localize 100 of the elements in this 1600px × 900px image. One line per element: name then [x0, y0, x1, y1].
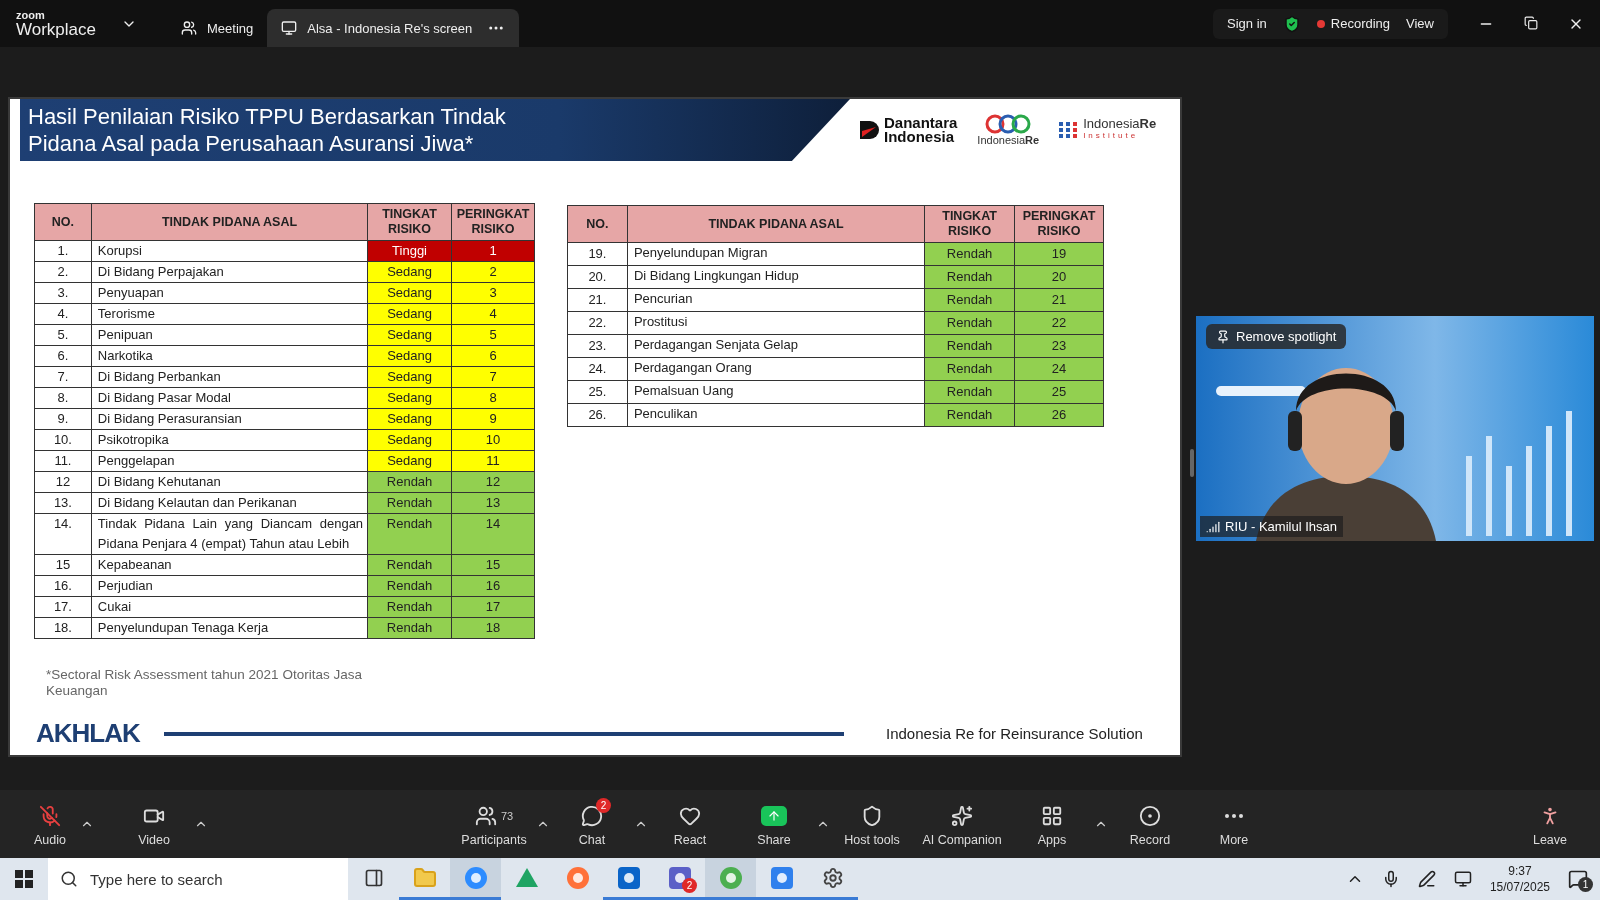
folder-icon [412, 865, 437, 890]
table-cell: 8. [34, 387, 92, 409]
column-header: TINGKAT RISIKO [924, 205, 1015, 243]
table-cell: Penggelapan [91, 450, 368, 472]
people-icon [474, 804, 497, 827]
window-tab[interactable]: Meeting [167, 9, 268, 47]
table-cell: 18. [34, 617, 92, 639]
table-cell: 2. [34, 261, 92, 283]
video-button[interactable]: Video [114, 801, 194, 847]
record-button[interactable]: Record [1108, 801, 1192, 847]
app-logo: zoom Workplace [16, 9, 97, 38]
table-cell: Di Bidang Lingkungan Hidup [627, 265, 925, 289]
table-cell: Terorisme [91, 303, 368, 325]
resize-handle[interactable] [1190, 449, 1194, 477]
grid-icon [1041, 804, 1063, 827]
search-field[interactable]: Type here to search [48, 858, 348, 900]
column-header: TINDAK PIDANA ASAL [627, 205, 925, 243]
host-tools-button[interactable]: Host tools [830, 801, 914, 847]
pin-icon [1216, 329, 1230, 344]
task-view-icon [363, 867, 384, 888]
table-cell: 16. [34, 575, 92, 597]
table-cell: Di Bidang Perbankan [91, 366, 368, 388]
share-button[interactable]: Share [732, 801, 816, 847]
chat-bubble-icon [581, 804, 603, 827]
participant-name: RIU - Kamilul Ihsan [1200, 516, 1343, 537]
apps-button[interactable]: Apps [1010, 801, 1094, 847]
table-cell: 12 [34, 471, 92, 493]
table-cell: 13. [34, 492, 92, 514]
table-cell: Pemalsuan Uang [627, 380, 925, 404]
table-cell: Perdagangan Orang [627, 357, 925, 381]
table-cell: Kepabeanan [91, 554, 368, 576]
table-cell: Korupsi [91, 240, 368, 262]
column-header: PERINGKAT RISIKO [451, 203, 535, 241]
unread-badge: 2 [596, 797, 611, 813]
table-cell: Penyelundupan Migran [627, 242, 925, 266]
shield-check-icon [1282, 14, 1301, 33]
table-cell: Prostitusi [627, 311, 925, 335]
arrow-up-icon [761, 805, 787, 826]
table-cell: 15 [34, 554, 92, 576]
people-icon [181, 20, 197, 36]
screen-icon [281, 20, 298, 36]
sign-in-link[interactable]: Sign in [1227, 16, 1267, 31]
taskbar-app[interactable] [705, 858, 756, 900]
more-button[interactable]: More [1192, 801, 1276, 847]
notification-badge: 2 [682, 878, 697, 893]
table-cell: Rendah [367, 513, 452, 555]
restore-icon[interactable] [1524, 15, 1538, 30]
table-cell: 9. [34, 408, 92, 430]
table-cell: 26. [567, 403, 628, 427]
table-cell: Di Bidang Kelautan dan Perikanan [91, 492, 368, 514]
table-cell: 24. [567, 357, 628, 381]
table-cell: 17. [34, 596, 92, 618]
recording-indicator[interactable]: Recording [1316, 16, 1391, 31]
ai-companion-button[interactable]: AI Companion [914, 801, 1010, 847]
windows-logo-icon [15, 870, 33, 888]
window-tab[interactable]: Alsa - Indonesia Re's screen [267, 9, 520, 47]
notification-count: 1 [1578, 877, 1593, 892]
table-cell: 23. [567, 334, 628, 358]
remove-spotlight-button[interactable]: Remove spotlight [1206, 324, 1347, 349]
table-cell: 5. [34, 324, 92, 346]
column-header: PERINGKAT RISIKO [1014, 205, 1104, 243]
footnote: *Sectoral Risk Assessment tahun 2021 Otoritas Jasa Keuangan [46, 667, 363, 699]
table-cell: Di Bidang Perpajakan [91, 261, 368, 283]
table-cell: 7. [34, 366, 92, 388]
view-button[interactable]: View [1406, 16, 1434, 31]
pen-icon[interactable] [1417, 870, 1436, 888]
table-cell: 11. [34, 450, 92, 472]
leave-button[interactable]: Leave [1520, 801, 1580, 847]
table-cell: 25. [567, 380, 628, 404]
danantara-logo: Danantara Indonesia [858, 116, 958, 144]
table-cell: Tindak Pidana Lain yang Diancam dengan Pidana Penjara 4 (empat) Tahun atau Lebih [91, 513, 368, 555]
react-button[interactable]: React [648, 801, 732, 847]
table-cell: Narkotika [91, 345, 368, 367]
table-cell: 1. [34, 240, 92, 262]
title-banner: Hasil Penilaian Risiko TPPU Berdasarkan Tindak Pidana Asal pada Perusahaan Asuransi Jiwa* [20, 99, 850, 161]
column-header: NO. [34, 203, 92, 241]
audio-button[interactable]: Audio [20, 801, 80, 847]
display-icon[interactable] [1453, 870, 1472, 888]
clock[interactable]: 9:37 15/07/2025 [1489, 863, 1550, 895]
table-cell: Penyelundupan Tenaga Kerja [91, 617, 368, 639]
indonesia-re-logo: IndonesiaRe [977, 114, 1040, 146]
taskbar-app[interactable] [450, 858, 501, 900]
column-header: TINDAK PIDANA ASAL [91, 203, 368, 241]
table-cell: Penyuapan [91, 282, 368, 304]
table-cell: Perjudian [91, 575, 368, 597]
mic-off-icon [39, 804, 61, 827]
table-cell: 14. [34, 513, 92, 555]
table-cell: Perdagangan Senjata Gelap [627, 334, 925, 358]
table-cell: Psikotropika [91, 429, 368, 451]
table-cell: 6. [34, 345, 92, 367]
akhlak-logo: AKHLAK [36, 718, 142, 749]
column-header: NO. [567, 205, 628, 243]
shield-icon [861, 804, 883, 827]
settings-icon [821, 866, 844, 889]
table-cell: 10. [34, 429, 92, 451]
table-cell: Di Bidang Kehutanan [91, 471, 368, 493]
participants-button[interactable]: 73 Participants [452, 801, 536, 847]
table-cell: 21. [567, 288, 628, 312]
table-cell: 19. [567, 242, 628, 266]
table-cell: Penipuan [91, 324, 368, 346]
